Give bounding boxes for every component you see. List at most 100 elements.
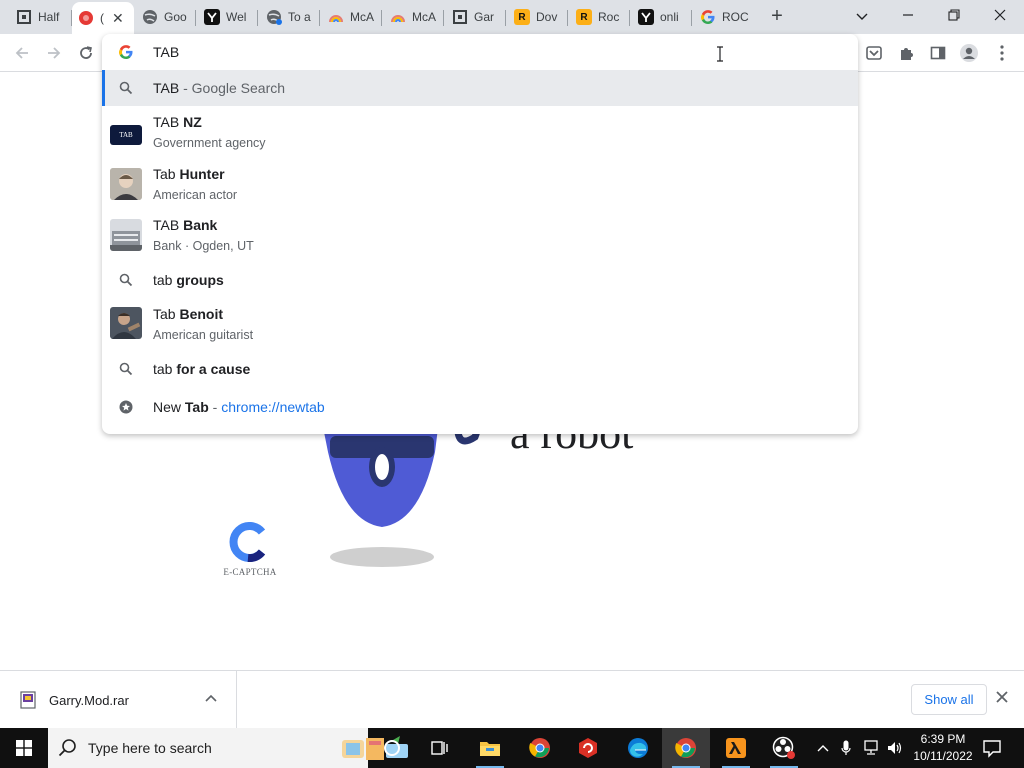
notifications-icon[interactable] [980, 736, 1004, 760]
menu-kebab-icon[interactable] [991, 42, 1013, 64]
tab-5[interactable]: To a [260, 2, 320, 32]
suggestion-search-tab[interactable]: TAB - Google Search [102, 70, 858, 106]
download-item[interactable]: Garry.Mod.rar [0, 671, 237, 729]
suggestion-subtitle: American actor [153, 188, 238, 202]
show-all-button[interactable]: Show all [911, 684, 987, 715]
gamebanana-icon [16, 9, 32, 25]
globe-icon [266, 9, 282, 25]
close-download-bar-icon[interactable] [996, 687, 1008, 708]
tab-separator [319, 10, 320, 26]
tab-10[interactable]: R Roc [570, 2, 630, 32]
suggestion-title: Tab Benoit [153, 306, 224, 322]
minimize-button[interactable] [888, 4, 928, 28]
window-close-button[interactable] [980, 4, 1020, 28]
tab-7[interactable]: McA [384, 2, 444, 32]
rockstar-icon: R [576, 9, 592, 25]
tab-11[interactable]: onli [632, 2, 692, 32]
tab-label: Dov [536, 10, 558, 24]
start-windows-icon[interactable] [0, 728, 48, 768]
profile-avatar-icon[interactable] [958, 42, 980, 64]
captcha-label: E-CAPTCHA [223, 567, 277, 577]
search-icon [58, 739, 76, 757]
file-explorer-icon[interactable] [466, 728, 514, 768]
tab-9[interactable]: R Dov [508, 2, 568, 32]
tab-8[interactable]: Gar [446, 2, 506, 32]
volume-icon[interactable] [884, 728, 906, 768]
building-photo-icon [110, 219, 142, 251]
tab-label: ROC [722, 10, 749, 24]
tab-separator [257, 10, 258, 26]
search-icon [118, 272, 134, 288]
tab-label: Goo [164, 10, 187, 24]
suggestion-tab-hunter[interactable]: Tab Hunter American actor [102, 158, 858, 208]
download-file-name: Garry.Mod.rar [49, 693, 129, 708]
tab-separator [381, 10, 382, 26]
tab-6[interactable]: McA [322, 2, 382, 32]
portrait-photo-icon [110, 307, 142, 339]
clock-time: 6:39 PM [920, 732, 966, 746]
tab-label: McA [412, 10, 436, 24]
tab-nz-logo-icon: TAB [110, 125, 142, 145]
tab-separator [505, 10, 506, 26]
portrait-photo-icon [110, 168, 142, 200]
rainbow-icon [390, 9, 406, 25]
taskbar-clock[interactable]: 6:39 PM 10/11/2022 [905, 731, 981, 765]
tab-separator [629, 10, 630, 26]
back-arrow-icon[interactable] [10, 42, 34, 64]
globe-icon [142, 9, 158, 25]
network-icon[interactable] [860, 728, 882, 768]
y-logo-icon [204, 9, 220, 25]
side-panel-icon[interactable] [927, 42, 949, 64]
taskbar-search-box[interactable]: Type here to search [48, 728, 408, 768]
tab-separator [691, 10, 692, 26]
extensions-puzzle-icon[interactable] [895, 42, 917, 64]
omnibox-input-row[interactable]: TAB [102, 34, 858, 70]
tab-3[interactable]: Goo [136, 2, 196, 32]
omnibox-dropdown: TAB TAB - Google Search TAB TAB NZ Gover… [102, 34, 858, 434]
suggestion-tab-nz[interactable]: TAB TAB NZ Government agency [102, 106, 858, 156]
rainbow-icon [328, 9, 344, 25]
microphone-icon[interactable] [836, 728, 856, 768]
red-app-icon[interactable] [564, 728, 612, 768]
edge-icon[interactable] [614, 728, 662, 768]
clock-date: 10/11/2022 [913, 749, 973, 763]
chrome-active-icon[interactable] [662, 728, 710, 768]
new-tab-button[interactable]: + [766, 6, 788, 28]
tab-search-chevron-icon[interactable] [842, 4, 882, 28]
tab-label: Roc [598, 10, 620, 24]
search-icon [118, 80, 134, 96]
tab-4[interactable]: Wel [198, 2, 258, 32]
task-view-icon[interactable] [416, 728, 464, 768]
suggestion-tab-benoit[interactable]: Tab Benoit American guitarist [102, 298, 858, 348]
captcha-logo-icon[interactable] [228, 522, 268, 562]
taskbar-search-placeholder: Type here to search [88, 740, 212, 756]
obs-recording-icon[interactable] [760, 728, 808, 768]
chevron-up-icon[interactable] [205, 691, 217, 705]
half-life-lambda-icon[interactable] [712, 728, 760, 768]
chrome-icon[interactable] [516, 728, 564, 768]
tab-strip: Half ( ✕ Goo Wel To a McA McA Gar R Dov … [0, 0, 1024, 34]
suggestion-tab-for-a-cause[interactable]: tab for a cause [102, 351, 858, 387]
omnibox-input[interactable]: TAB [153, 44, 179, 60]
suggestion-text: New Tab - chrome://newtab [153, 399, 325, 415]
show-hidden-icons-chevron-icon[interactable] [812, 728, 834, 768]
tab-label: Half [38, 10, 60, 24]
close-icon[interactable]: ✕ [112, 10, 124, 27]
suggestion-tab-bank[interactable]: TAB Bank Bank · Ogden, UT [102, 209, 858, 259]
tab-label: To a [288, 10, 311, 24]
y-logo-icon [638, 9, 654, 25]
tab-2-active[interactable]: ( ✕ [72, 2, 134, 34]
tab-label: Gar [474, 10, 495, 24]
text-cursor-icon [717, 46, 723, 62]
suggestion-tab-groups[interactable]: tab groups [102, 262, 858, 298]
tab-separator [195, 10, 196, 26]
cortana-circle-icon[interactable] [368, 728, 416, 768]
restore-button[interactable] [934, 4, 974, 28]
rar-file-icon [20, 691, 36, 709]
pocket-icon[interactable] [863, 42, 885, 64]
forward-arrow-icon[interactable] [42, 42, 66, 64]
tab-12[interactable]: ROC [694, 2, 754, 32]
tab-1[interactable]: Half [10, 2, 72, 32]
suggestion-new-tab[interactable]: New Tab - chrome://newtab [102, 389, 858, 425]
reload-icon[interactable] [74, 42, 98, 64]
